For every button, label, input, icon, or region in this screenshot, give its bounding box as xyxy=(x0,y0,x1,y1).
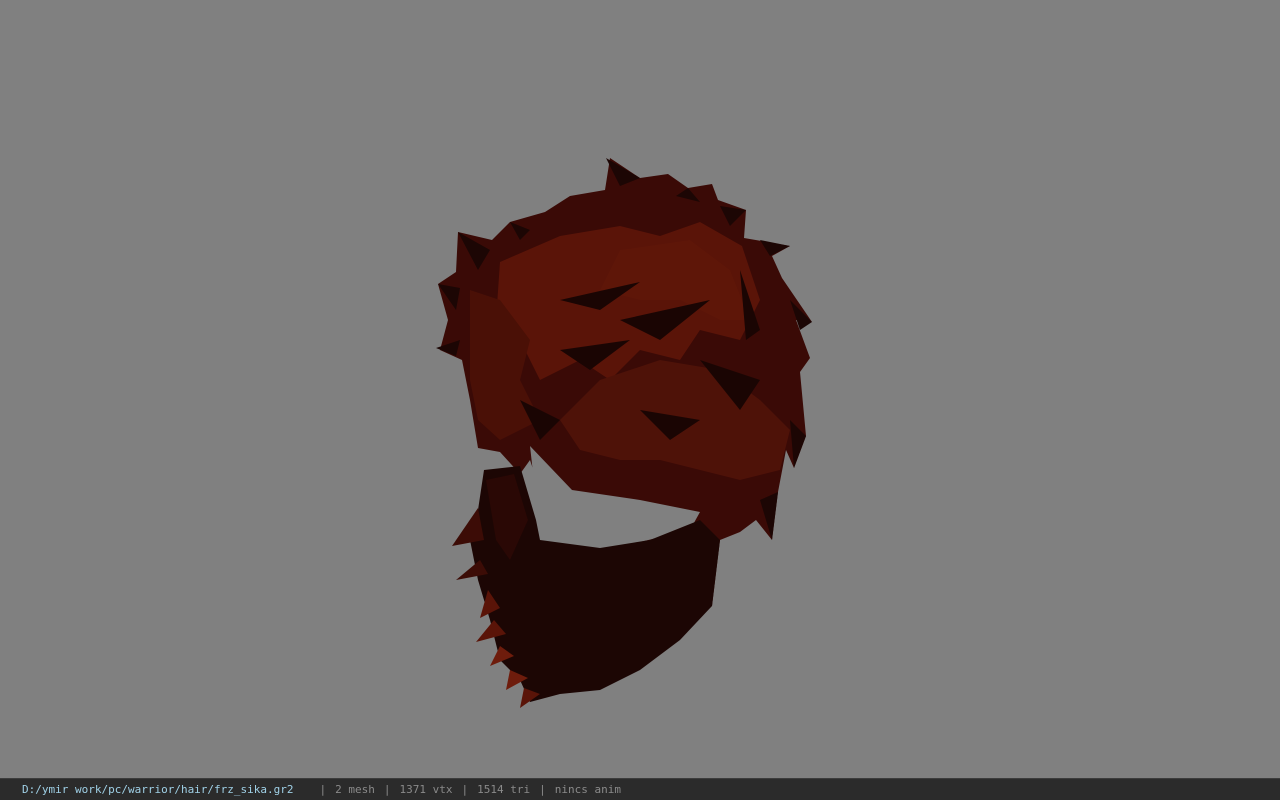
status-separator: | xyxy=(383,783,391,796)
status-bar: D:/ymir work/pc/warrior/hair/frz_sika.gr… xyxy=(0,778,1280,800)
file-path-label: D:/ymir work/pc/warrior/hair/frz_sika.gr… xyxy=(22,783,294,796)
hair-mesh xyxy=(436,158,812,708)
status-separator: | xyxy=(461,783,469,796)
3d-viewport[interactable] xyxy=(0,0,1280,778)
vertex-count-label: 1371 vtx xyxy=(399,783,453,796)
animation-status-label: nincs anim xyxy=(554,783,621,796)
mesh-count-label: 2 mesh xyxy=(335,783,375,796)
triangle-count-label: 1514 tri xyxy=(477,783,531,796)
status-separator: | xyxy=(539,783,546,796)
hair-model-render[interactable] xyxy=(0,0,1280,778)
status-separator: | xyxy=(319,783,327,796)
